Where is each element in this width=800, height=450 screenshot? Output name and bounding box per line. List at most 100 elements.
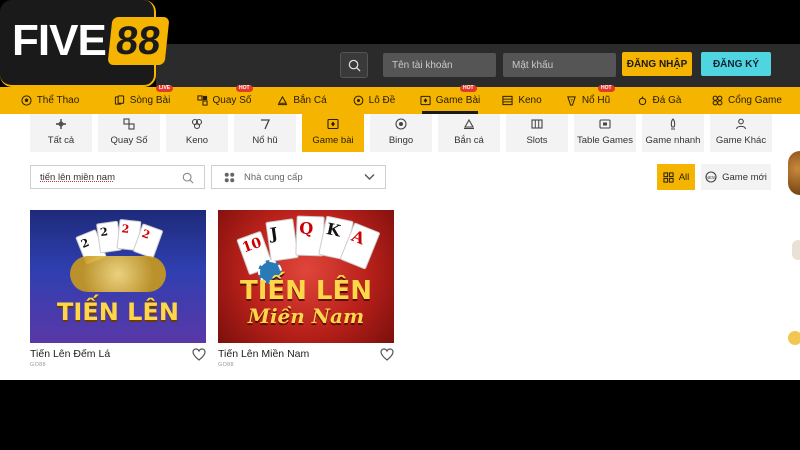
jackpot-icon: 7 bbox=[566, 96, 576, 106]
game-thumbnail-tien-len-mien-nam[interactable]: 10 J Q K A TIẾN LÊN Miền Nam bbox=[218, 210, 394, 343]
rooster-icon bbox=[638, 95, 646, 106]
nav-item-ban-ca[interactable]: Bắn Cá bbox=[264, 87, 340, 114]
category-tabs: Tất cả Quay Số Keno Nổ hũ Game bài Bingo bbox=[30, 114, 772, 152]
game-art-title: TIẾN LÊN bbox=[239, 276, 373, 306]
jackpot-icon bbox=[261, 119, 271, 130]
nav-item-da-ga[interactable]: Đá Gà bbox=[624, 87, 694, 114]
gold-ring-image bbox=[70, 256, 166, 292]
main-nav: Thể Thao LIVE Sòng Bài HOT Quay Số Bắn C… bbox=[0, 85, 800, 114]
slots-icon bbox=[531, 119, 543, 129]
lotto-icon bbox=[353, 95, 364, 106]
soccer-ball-icon bbox=[21, 95, 32, 106]
svg-text:NEW: NEW bbox=[706, 175, 717, 180]
logo[interactable]: FIVE 88 bbox=[0, 0, 169, 87]
fish-icon bbox=[278, 95, 288, 106]
game-title: Tiến Lên Đếm Lá bbox=[30, 348, 111, 360]
logo-five: FIVE bbox=[12, 16, 107, 65]
people-icon bbox=[735, 118, 747, 130]
grid-icon bbox=[663, 171, 674, 183]
heart-icon[interactable] bbox=[192, 348, 206, 361]
keno-icon bbox=[502, 95, 513, 106]
nav-item-quay-so[interactable]: HOT Quay Số bbox=[184, 85, 264, 114]
category-tat-ca[interactable]: Tất cả bbox=[30, 114, 92, 152]
category-slots[interactable]: Slots bbox=[506, 114, 568, 152]
category-label: Game nhanh bbox=[645, 135, 701, 146]
search-icon bbox=[182, 172, 194, 184]
category-game-nhanh[interactable]: Game nhanh bbox=[642, 114, 704, 152]
category-label: Bắn cá bbox=[454, 135, 484, 146]
game-search-input[interactable]: tiến lên miền nam bbox=[30, 165, 205, 189]
game-provider: GO88 bbox=[218, 362, 234, 368]
floating-promo-image[interactable] bbox=[792, 240, 800, 260]
logo-text: FIVE 88 bbox=[12, 10, 169, 72]
nav-item-game-bai[interactable]: HOT Game Bài bbox=[408, 85, 492, 114]
search-value: tiến lên miền nam bbox=[40, 171, 115, 183]
filter-all-label: All bbox=[678, 171, 690, 183]
category-ban-ca[interactable]: Bắn cá bbox=[438, 114, 500, 152]
register-button[interactable]: ĐĂNG KÝ bbox=[701, 52, 771, 76]
game-card[interactable]: 2 2 2 2 TIẾN LÊN Tiến Lên Đếm Lá GO88 bbox=[30, 210, 206, 368]
lottery-icon bbox=[123, 118, 135, 130]
nav-label: Bắn Cá bbox=[293, 95, 327, 106]
game-title: Tiến Lên Miền Nam bbox=[218, 348, 310, 360]
nav-label: Game Bài bbox=[435, 95, 481, 106]
category-label: Table Games bbox=[577, 135, 633, 146]
category-no-hu[interactable]: Nổ hũ bbox=[234, 114, 296, 152]
card-game-icon bbox=[420, 95, 431, 106]
card-game-icon bbox=[327, 118, 339, 130]
password-input[interactable] bbox=[503, 53, 616, 77]
heart-icon[interactable] bbox=[380, 348, 394, 361]
category-game-bai[interactable]: Game bài bbox=[302, 114, 364, 152]
nav-label: Nổ Hũ bbox=[581, 95, 611, 106]
provider-placeholder: Nhà cung cấp bbox=[244, 171, 303, 183]
provider-select[interactable]: Nhà cung cấp bbox=[211, 165, 386, 189]
category-quay-so[interactable]: Quay Số bbox=[98, 114, 160, 152]
category-keno[interactable]: Keno bbox=[166, 114, 228, 152]
category-label: Keno bbox=[185, 135, 209, 146]
category-bingo[interactable]: Bingo bbox=[370, 114, 432, 152]
bingo-icon bbox=[395, 118, 407, 130]
category-game-khac[interactable]: Game Khác bbox=[710, 114, 772, 152]
floating-promo-image[interactable] bbox=[788, 151, 800, 195]
category-table-games[interactable]: Table Games bbox=[574, 114, 636, 152]
game-portal-icon bbox=[712, 95, 723, 106]
nav-label: Quay Số bbox=[212, 95, 252, 106]
header-search-button[interactable] bbox=[340, 52, 368, 78]
nav-label: Cổng Game bbox=[728, 95, 782, 106]
svg-text:7: 7 bbox=[570, 98, 573, 103]
hot-badge: HOT bbox=[236, 85, 253, 92]
username-input[interactable] bbox=[383, 53, 496, 77]
floating-promo-image[interactable] bbox=[788, 331, 800, 345]
category-label: Game Khác bbox=[715, 135, 767, 146]
game-provider: GO88 bbox=[30, 362, 46, 368]
filter-new-label: Game mới bbox=[722, 171, 767, 183]
category-label: Nổ hũ bbox=[252, 135, 278, 146]
category-label: Bingo bbox=[388, 135, 414, 146]
nav-item-song-bai[interactable]: LIVE Sòng Bài bbox=[100, 85, 184, 114]
nav-item-no-hu[interactable]: HOT 7 Nổ Hũ bbox=[552, 85, 624, 114]
nav-label: Thể Thao bbox=[36, 95, 80, 106]
header: FIVE 88 ĐĂNG NHẬP ĐĂNG KÝ bbox=[0, 0, 800, 87]
nav-label: Sòng Bài bbox=[129, 95, 171, 106]
live-badge: LIVE bbox=[156, 85, 174, 92]
category-label: Tất cả bbox=[47, 135, 75, 146]
page: FIVE 88 ĐĂNG NHẬP ĐĂNG KÝ Thể Thao LIVE … bbox=[0, 0, 800, 450]
nav-item-the-thao[interactable]: Thể Thao bbox=[0, 87, 100, 114]
category-label: Game bài bbox=[312, 135, 354, 146]
game-card[interactable]: 10 J Q K A TIẾN LÊN Miền Nam Tiến Lên Mi… bbox=[218, 210, 394, 368]
nav-item-lo-de[interactable]: Lô Đề bbox=[340, 87, 408, 114]
nav-item-cong-game[interactable]: Cổng Game bbox=[694, 87, 800, 114]
filter-new-button[interactable]: NEW Game mới bbox=[701, 164, 771, 190]
login-button[interactable]: ĐĂNG NHẬP bbox=[622, 52, 692, 76]
nav-item-keno[interactable]: Keno bbox=[492, 87, 552, 114]
lottery-icon bbox=[196, 95, 208, 106]
category-label: Slots bbox=[526, 135, 548, 146]
keno-icon bbox=[191, 118, 203, 130]
filter-all-button[interactable]: All bbox=[657, 164, 695, 190]
game-thumbnail-tien-len-dem-la[interactable]: 2 2 2 2 TIẾN LÊN bbox=[30, 210, 206, 343]
new-badge-icon: NEW bbox=[705, 171, 717, 183]
search-icon bbox=[348, 59, 361, 72]
footer bbox=[0, 380, 800, 450]
rocket-icon bbox=[670, 118, 676, 130]
hot-badge: HOT bbox=[460, 85, 477, 92]
